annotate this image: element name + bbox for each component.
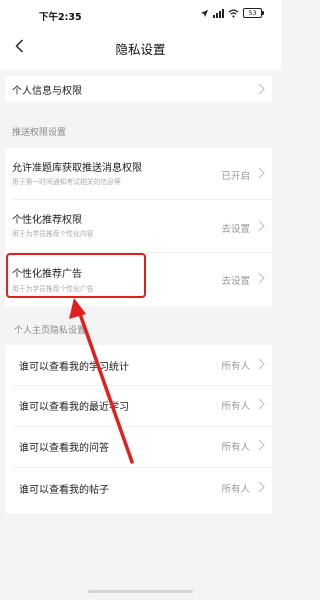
list-item[interactable]: 谁可以查看我的学习统计 所有人: [5, 345, 272, 385]
row-subtitle: 用于第一时间通知考试相关的信息等: [12, 178, 121, 186]
chevron-right-icon: [258, 167, 265, 179]
row-title: 允许准题库获取推送消息权限: [12, 163, 142, 174]
wifi-icon: [228, 8, 239, 18]
status-icons: 53: [200, 7, 264, 19]
signal-icon: [213, 8, 224, 18]
chevron-right-icon: [258, 220, 265, 232]
page-title: 隐私设置: [115, 42, 166, 57]
battery-icon: 53: [243, 8, 264, 18]
chevron-right-icon: [258, 398, 265, 410]
status-time: 下午2:35: [39, 12, 82, 23]
row-title: 个人信息与权限: [12, 86, 82, 97]
list-item[interactable]: 谁可以查看我的最近学习 所有人: [5, 386, 272, 426]
row-subtitle: 用于为学员推荐个性化内容: [12, 230, 94, 238]
push-settings-card: 允许准题库获取推送消息权限 用于第一时间通知考试相关的信息等 已开启 个性化推荐…: [5, 148, 272, 306]
list-item[interactable]: 个性化推荐广告 用于为学员推荐个性化广告 去设置: [5, 253, 272, 306]
home-indicator: [88, 590, 193, 593]
status-bar: 下午2:35 53: [0, 0, 281, 24]
row-title: 谁可以查看我的学习统计: [19, 362, 129, 373]
row-value: 所有人: [221, 484, 250, 495]
chevron-right-icon: [258, 481, 265, 493]
row-title: 谁可以查看我的帖子: [19, 485, 109, 496]
chevron-right-icon: [258, 272, 265, 284]
row-title: 谁可以查看我的问答: [19, 443, 109, 454]
header: 隐私设置: [0, 24, 281, 70]
row-value: 已开启: [221, 171, 250, 182]
chevron-right-icon: [258, 358, 265, 370]
chevron-right-icon: [258, 83, 265, 95]
row-value: 所有人: [221, 401, 250, 412]
list-item[interactable]: 谁可以查看我的帖子 所有人: [5, 468, 272, 510]
list-item[interactable]: 谁可以查看我的问答 所有人: [5, 427, 272, 467]
chevron-right-icon: [258, 439, 265, 451]
row-value: 所有人: [221, 361, 250, 372]
personal-info-card: 个人信息与权限: [5, 76, 272, 102]
row-value: 去设置: [221, 224, 250, 235]
list-item[interactable]: 允许准题库获取推送消息权限 用于第一时间通知考试相关的信息等 已开启: [5, 148, 272, 198]
section-label-push: 推送权限设置: [12, 128, 67, 138]
row-title: 个性化推荐广告: [12, 269, 82, 280]
list-item[interactable]: 个性化推荐权限 用于为学员推荐个性化内容 去设置: [5, 200, 272, 252]
row-value: 所有人: [221, 442, 250, 453]
section-label-homepage: 个人主页隐私设置: [14, 326, 87, 336]
row-title: 个性化推荐权限: [12, 215, 82, 226]
personal-info-row[interactable]: 个人信息与权限: [5, 76, 272, 102]
row-subtitle: 用于为学员推荐个性化广告: [12, 285, 94, 293]
row-value: 去设置: [221, 276, 250, 287]
location-icon: [200, 9, 209, 17]
homepage-privacy-card: 谁可以查看我的学习统计 所有人 谁可以查看我的最近学习 所有人 谁可以查看我的问…: [5, 345, 272, 513]
row-title: 谁可以查看我的最近学习: [19, 402, 129, 413]
